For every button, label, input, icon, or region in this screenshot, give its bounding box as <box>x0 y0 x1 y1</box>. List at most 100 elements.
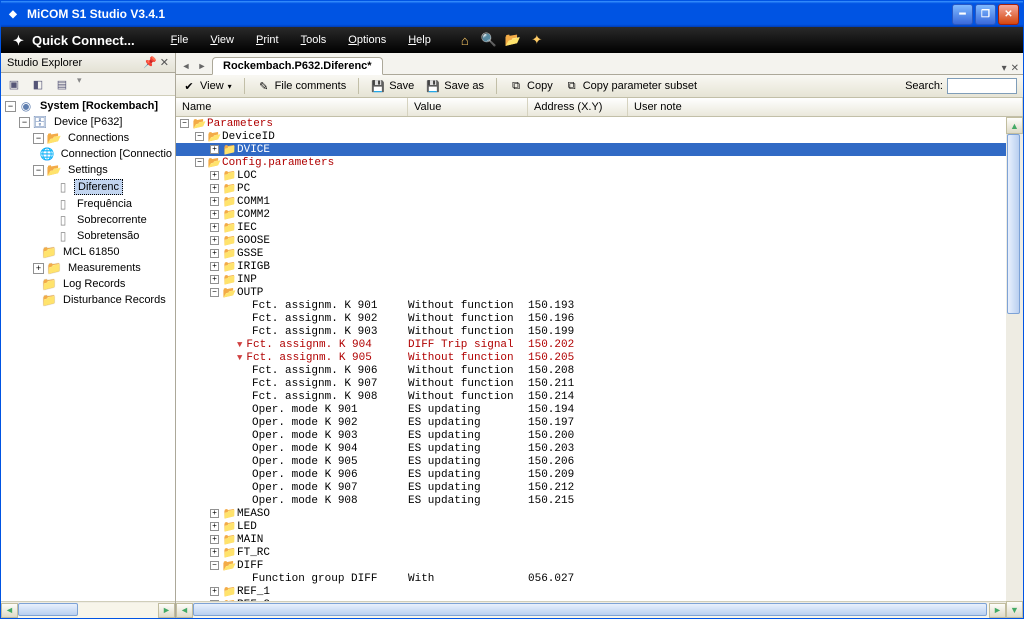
grid-row[interactable]: Fct. assignm. K 907Without function150.2… <box>176 377 1006 390</box>
row-toggle[interactable]: + <box>210 236 219 245</box>
tab-menu[interactable]: ▾ <box>1002 63 1007 74</box>
search-icon[interactable]: 🔍 <box>481 32 497 48</box>
grid-row[interactable]: +📁INP <box>176 273 1006 286</box>
copy-button[interactable]: ⧉Copy <box>509 79 553 93</box>
grid-row[interactable]: +📁LED <box>176 520 1006 533</box>
tree-toggle[interactable]: − <box>5 101 16 112</box>
grid-row[interactable]: −📂DeviceID <box>176 130 1006 143</box>
grid-row[interactable]: ▼Fct. assignm. K 905Without function150.… <box>176 351 1006 364</box>
row-toggle[interactable]: + <box>210 249 219 258</box>
tree-connections[interactable]: Connections <box>65 131 132 145</box>
grid-row[interactable]: Fct. assignm. K 906Without function150.2… <box>176 364 1006 377</box>
view-button[interactable]: ✔View ▾ <box>182 79 232 93</box>
tree-freq[interactable]: Frequência <box>74 197 135 211</box>
grid-row[interactable]: −📂Parameters <box>176 117 1006 130</box>
copy-subset-button[interactable]: ⧉Copy parameter subset <box>565 79 697 93</box>
tree-toggle[interactable]: − <box>33 133 44 144</box>
tb-icon-2[interactable]: ◧ <box>29 75 47 93</box>
tab-active[interactable]: Rockembach.P632.Diferenc* <box>212 57 383 75</box>
row-toggle[interactable]: + <box>210 509 219 518</box>
col-name[interactable]: Name <box>176 98 408 116</box>
tree-log[interactable]: Log Records <box>60 277 128 291</box>
grid-row[interactable]: Oper. mode K 902ES updating150.197 <box>176 416 1006 429</box>
grid-row[interactable]: +📁IRIGB <box>176 260 1006 273</box>
tree-settings[interactable]: Settings <box>65 163 111 177</box>
grid-row[interactable]: +📁IEC <box>176 221 1006 234</box>
row-toggle[interactable]: + <box>210 197 219 206</box>
tree-toggle[interactable]: − <box>33 165 44 176</box>
search-input[interactable] <box>947 78 1017 94</box>
tree-sobrec[interactable]: Sobrecorrente <box>74 213 150 227</box>
open-folder-icon[interactable]: 📂 <box>505 32 521 48</box>
col-addr[interactable]: Address (X.Y) <box>528 98 628 116</box>
file-comments-button[interactable]: ✎File comments <box>257 79 347 93</box>
home-icon[interactable]: ⌂ <box>457 32 473 48</box>
menu-tools[interactable]: Tools <box>291 30 337 50</box>
tree-system[interactable]: System [Rockembach] <box>37 99 161 113</box>
grid-body[interactable]: −📂Parameters−📂DeviceID+📁DVICE−📂Config.pa… <box>176 117 1006 601</box>
row-toggle[interactable]: + <box>210 184 219 193</box>
row-toggle[interactable]: + <box>210 223 219 232</box>
grid-row[interactable]: +📁MAIN <box>176 533 1006 546</box>
grid-row[interactable]: +📁COMM1 <box>176 195 1006 208</box>
row-toggle[interactable]: + <box>210 210 219 219</box>
tb-icon-3[interactable]: ▤ <box>53 75 71 93</box>
grid-row[interactable]: +📁REF_1 <box>176 585 1006 598</box>
grid-row[interactable]: −📂OUTP <box>176 286 1006 299</box>
minimize-button[interactable]: ━ <box>952 4 973 25</box>
grid-row[interactable]: +📁GSSE <box>176 247 1006 260</box>
col-note[interactable]: User note <box>628 98 1023 116</box>
tb-icon-1[interactable]: ▣ <box>5 75 23 93</box>
tab-next[interactable]: ► <box>196 58 208 74</box>
pin-icon[interactable]: 📌 ✕ <box>143 56 169 69</box>
grid-row[interactable]: Oper. mode K 907ES updating150.212 <box>176 481 1006 494</box>
tree-toggle[interactable]: + <box>33 263 44 274</box>
tree-meas[interactable]: Measurements <box>65 261 144 275</box>
grid-row[interactable]: Oper. mode K 903ES updating150.200 <box>176 429 1006 442</box>
sidebar-tree[interactable]: −◉System [Rockembach] −🗄Device [P632] −📂… <box>1 96 175 601</box>
grid-row[interactable]: ▼Fct. assignm. K 904DIFF Trip signal150.… <box>176 338 1006 351</box>
row-toggle[interactable]: + <box>210 522 219 531</box>
grid-row[interactable]: +📁LOC <box>176 169 1006 182</box>
quick-connect-button[interactable]: ✦ Quick Connect... <box>5 31 143 50</box>
maximize-button[interactable]: ❐ <box>975 4 996 25</box>
grid-row[interactable]: +📁FT_RC <box>176 546 1006 559</box>
row-toggle[interactable]: − <box>195 158 204 167</box>
sidebar-hscroll[interactable]: ◄► <box>1 601 175 618</box>
tree-mcl[interactable]: MCL 61850 <box>60 245 122 259</box>
tree-conn-item[interactable]: Connection [Connectio <box>58 147 175 161</box>
row-toggle[interactable]: − <box>210 561 219 570</box>
main-hscroll[interactable]: ◄► <box>176 601 1006 618</box>
menu-options[interactable]: Options <box>338 30 396 50</box>
menu-view[interactable]: View <box>200 30 244 50</box>
grid-row[interactable]: Oper. mode K 906ES updating150.209 <box>176 468 1006 481</box>
row-toggle[interactable]: + <box>210 275 219 284</box>
menu-help[interactable]: Help <box>398 30 441 50</box>
grid-row[interactable]: −📂DIFF <box>176 559 1006 572</box>
grid-row[interactable]: Function group DIFFWith056.027 <box>176 572 1006 585</box>
row-toggle[interactable]: − <box>210 288 219 297</box>
grid-row[interactable]: Fct. assignm. K 901Without function150.1… <box>176 299 1006 312</box>
col-value[interactable]: Value <box>408 98 528 116</box>
grid-row[interactable]: +📁MEASO <box>176 507 1006 520</box>
tab-close[interactable]: ✕ <box>1011 63 1019 74</box>
grid-row[interactable]: +📁DVICE <box>176 143 1006 156</box>
main-vscroll[interactable]: ▲▼ <box>1006 117 1023 618</box>
close-button[interactable]: ✕ <box>998 4 1019 25</box>
save-as-button[interactable]: 💾Save as <box>426 79 484 93</box>
grid-row[interactable]: +📁PC <box>176 182 1006 195</box>
grid-row[interactable]: Fct. assignm. K 903Without function150.1… <box>176 325 1006 338</box>
row-toggle[interactable]: + <box>210 587 219 596</box>
save-button[interactable]: 💾Save <box>371 79 414 93</box>
row-toggle[interactable]: − <box>180 119 189 128</box>
menu-file[interactable]: File <box>161 30 199 50</box>
row-toggle[interactable]: + <box>210 171 219 180</box>
tree-sobret[interactable]: Sobretensão <box>74 229 142 243</box>
row-toggle[interactable]: + <box>210 262 219 271</box>
tree-device[interactable]: Device [P632] <box>51 115 125 129</box>
row-toggle[interactable]: + <box>210 548 219 557</box>
grid-row[interactable]: −📂Config.parameters <box>176 156 1006 169</box>
tab-prev[interactable]: ◄ <box>180 58 192 74</box>
row-toggle[interactable]: − <box>195 132 204 141</box>
tree-diferenc[interactable]: Diferenc <box>74 179 123 195</box>
